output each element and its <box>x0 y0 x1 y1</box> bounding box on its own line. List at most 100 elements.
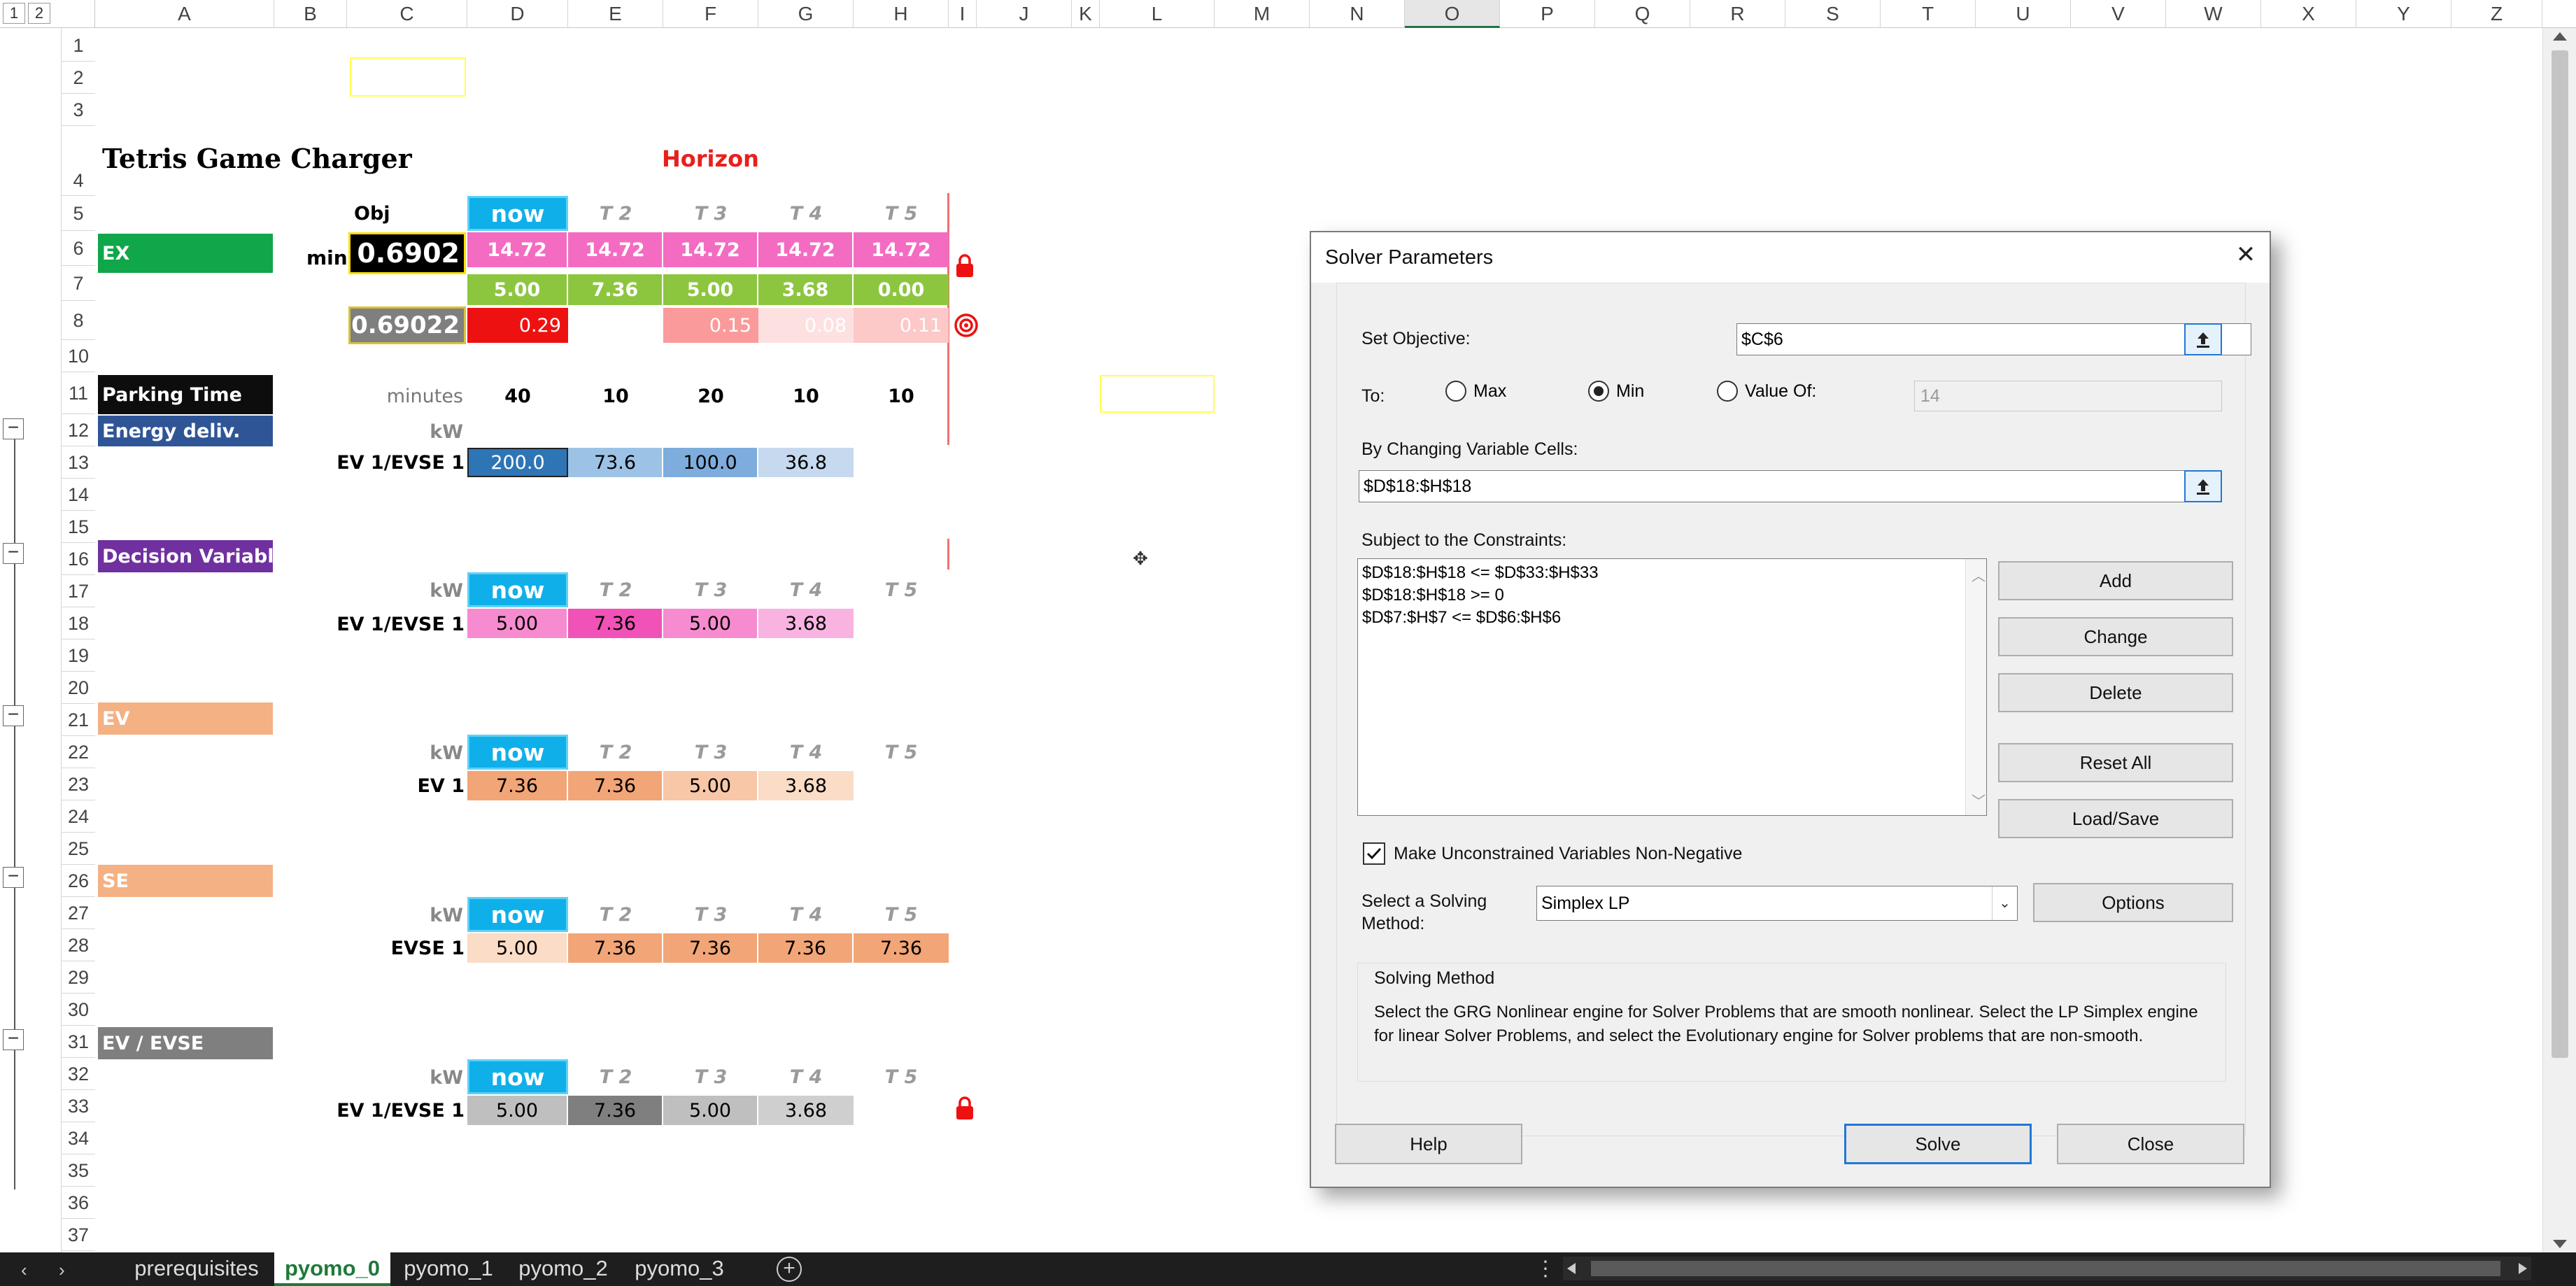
close-icon[interactable]: ✕ <box>2232 241 2260 269</box>
row-header-22[interactable]: 22 <box>62 736 95 768</box>
outline-level-1-button[interactable]: 1 <box>3 3 25 24</box>
evevse-t4[interactable]: 3.68 <box>758 1096 854 1125</box>
parking-t3[interactable]: 20 <box>663 378 758 414</box>
col-header-g[interactable]: G <box>758 0 854 28</box>
row-header-8[interactable]: 8 <box>62 301 95 340</box>
row-header-16[interactable]: 16 <box>62 543 95 575</box>
tab-pyomo-1[interactable]: pyomo_1 <box>396 1252 501 1286</box>
decision-t2[interactable]: 7.36 <box>568 609 663 638</box>
energy-now[interactable]: 200.0 <box>467 448 568 477</box>
tab-pyomo-2[interactable]: pyomo_2 <box>511 1252 616 1286</box>
ev-t2[interactable]: 7.36 <box>568 771 663 800</box>
row-header-30[interactable]: 30 <box>62 994 95 1026</box>
parking-t5[interactable]: 10 <box>854 378 949 414</box>
decision-now[interactable]: 5.00 <box>467 609 568 638</box>
col-header-j[interactable]: J <box>977 0 1072 28</box>
col-header-a[interactable]: A <box>95 0 274 28</box>
col-header-c[interactable]: C <box>347 0 467 28</box>
row-header-33[interactable]: 33 <box>62 1090 95 1122</box>
row-header-31[interactable]: 31 <box>62 1026 95 1058</box>
row-header-6[interactable]: 6 <box>62 231 95 266</box>
radio-circle[interactable] <box>1717 381 1738 402</box>
decision-t3[interactable]: 5.00 <box>663 609 758 638</box>
solve-button[interactable]: Solve <box>1844 1124 2032 1164</box>
row-header-13[interactable]: 13 <box>62 446 95 479</box>
scroll-down-arrow[interactable] <box>2553 1240 2567 1248</box>
objective-cell[interactable]: 0.6902 <box>348 232 466 274</box>
min-radio[interactable]: Min <box>1588 381 1644 402</box>
ev-t4[interactable]: 3.68 <box>758 771 854 800</box>
col-header-f[interactable]: F <box>663 0 758 28</box>
evevse-t2[interactable]: 7.36 <box>568 1096 663 1125</box>
evevse-now[interactable]: 5.00 <box>467 1096 568 1125</box>
ex-r7-t3[interactable]: 5.00 <box>663 274 758 305</box>
delete-button[interactable]: Delete <box>1998 673 2233 712</box>
horizontal-scrollbar[interactable] <box>1563 1257 2531 1280</box>
se-t4[interactable]: 7.36 <box>758 933 854 963</box>
collapse-ref-button[interactable] <box>2184 323 2222 355</box>
row-header-23[interactable]: 23 <box>62 768 95 800</box>
scroll-right-arrow[interactable] <box>2519 1263 2527 1274</box>
value-of-radio[interactable]: Value Of: <box>1717 381 1816 402</box>
highlight-cell-l11[interactable] <box>1100 375 1215 413</box>
col-header-n[interactable]: N <box>1310 0 1405 28</box>
se-t2[interactable]: 7.36 <box>568 933 663 963</box>
col-header-l[interactable]: L <box>1100 0 1215 28</box>
objective-check-cell[interactable]: 0.69022 <box>348 306 466 344</box>
row-header-26[interactable]: 26 <box>62 865 95 897</box>
col-header-q[interactable]: Q <box>1595 0 1690 28</box>
ex-r6-t3[interactable]: 14.72 <box>663 232 758 267</box>
reset-all-button[interactable]: Reset All <box>1998 743 2233 782</box>
change-button[interactable]: Change <box>1998 617 2233 656</box>
parking-t2[interactable]: 10 <box>568 378 663 414</box>
row-header-17[interactable]: 17 <box>62 575 95 607</box>
ex-r7-t2[interactable]: 7.36 <box>568 274 663 305</box>
row-header-36[interactable]: 36 <box>62 1187 95 1219</box>
energy-t2[interactable]: 73.6 <box>568 448 663 477</box>
tab-pyomo-3[interactable]: pyomo_3 <box>627 1252 732 1286</box>
row-header-10[interactable]: 10 <box>62 340 95 372</box>
row-header-15[interactable]: 15 <box>62 511 95 543</box>
tab-pyomo-0[interactable]: pyomo_0 <box>274 1252 390 1286</box>
row-header-24[interactable]: 24 <box>62 800 95 833</box>
collapse-button-row21[interactable]: − <box>3 705 24 726</box>
constraints-list[interactable]: $D$18:$H$18 <= $D$33:$H$33 $D$18:$H$18 >… <box>1357 558 1987 816</box>
se-now[interactable]: 5.00 <box>467 933 568 963</box>
decision-t4[interactable]: 3.68 <box>758 609 854 638</box>
value-of-input[interactable]: 14 <box>1914 381 2222 411</box>
changing-cells-input[interactable]: $D$18:$H$18 <box>1359 470 2222 502</box>
col-header-i[interactable]: I <box>949 0 977 28</box>
ex-r7-now[interactable]: 5.00 <box>467 274 568 305</box>
col-header-u[interactable]: U <box>1976 0 2071 28</box>
row-header-3[interactable]: 3 <box>62 94 95 126</box>
ex-r8-t5[interactable]: 0.11 <box>854 308 949 343</box>
ex-r8-t3[interactable]: 0.15 <box>663 308 758 343</box>
row-header-37[interactable]: 37 <box>62 1219 95 1251</box>
col-header-o[interactable]: O <box>1405 0 1500 28</box>
row-header-21[interactable]: 21 <box>62 704 95 736</box>
col-header-t[interactable]: T <box>1881 0 1976 28</box>
chevron-up-icon[interactable]: ︿ <box>1972 565 1986 585</box>
col-header-d[interactable]: D <box>467 0 568 28</box>
row-header-29[interactable]: 29 <box>62 961 95 994</box>
nonneg-checkbox[interactable] <box>1363 842 1385 865</box>
ex-r7-t5[interactable]: 0.00 <box>854 274 949 305</box>
row-header-25[interactable]: 25 <box>62 833 95 865</box>
col-header-b[interactable]: B <box>274 0 347 28</box>
row-header-34[interactable]: 34 <box>62 1122 95 1154</box>
close-button[interactable]: Close <box>2057 1124 2244 1164</box>
col-header-e[interactable]: E <box>568 0 663 28</box>
col-header-z[interactable]: Z <box>2451 0 2542 28</box>
row-header-19[interactable]: 19 <box>62 640 95 672</box>
row-header-7[interactable]: 7 <box>62 266 95 301</box>
row-header-11[interactable]: 11 <box>62 372 95 414</box>
collapse-button-row16[interactable]: − <box>3 542 24 564</box>
row-header-14[interactable]: 14 <box>62 479 95 511</box>
constraint-item[interactable]: $D$7:$H$7 <= $D$6:$H$6 <box>1362 608 1561 628</box>
radio-circle-selected[interactable] <box>1588 381 1609 402</box>
tab-prev-arrow[interactable]: ‹ <box>21 1259 27 1281</box>
col-header-x[interactable]: X <box>2261 0 2356 28</box>
tab-prerequisites[interactable]: prerequisites <box>123 1252 270 1286</box>
max-radio[interactable]: Max <box>1445 381 1506 402</box>
options-button[interactable]: Options <box>2033 883 2233 922</box>
